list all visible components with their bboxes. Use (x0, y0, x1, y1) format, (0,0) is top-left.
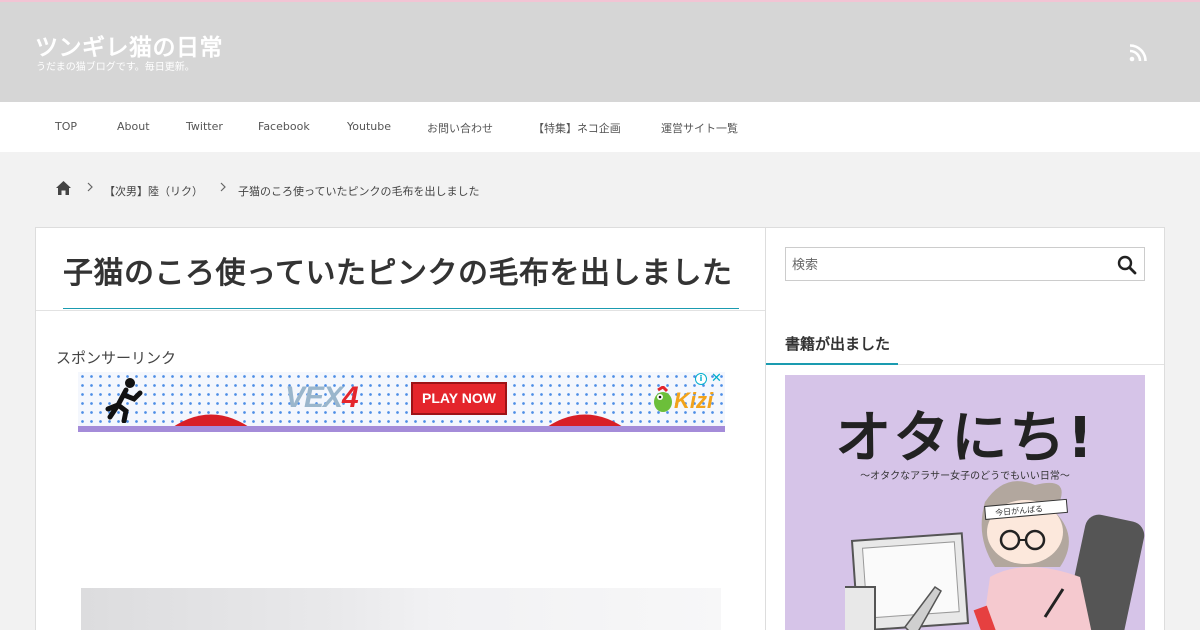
breadcrumb-current: 子猫のころ使っていたピンクの毛布を出しました (238, 185, 480, 198)
breadcrumb-category[interactable]: 【次男】陸（リク） (104, 183, 203, 199)
nav-item-twitter[interactable]: Twitter (186, 120, 223, 133)
post-article: 子猫のころ使っていたピンクの毛布を出しました スポンサーリンク VEX4 PLA… (35, 227, 766, 630)
title-divider (36, 310, 765, 311)
post-photo (81, 588, 721, 630)
ad-banner[interactable]: VEX4 PLAY NOW Kizi i ✕ (78, 372, 725, 432)
chameleon-icon (654, 386, 672, 412)
site-title[interactable]: ツンギレ猫の日常 (35, 28, 223, 62)
rss-icon[interactable] (1129, 44, 1147, 62)
nav-item-sites[interactable]: 運営サイト一覧 (661, 120, 738, 136)
chevron-right-icon (220, 182, 226, 192)
nav-item-facebook[interactable]: Facebook (258, 120, 310, 133)
nav-item-top[interactable]: TOP (55, 120, 77, 133)
post-title: 子猫のころ使っていたピンクの毛布を出しました (63, 256, 733, 291)
search-input[interactable] (792, 255, 1092, 275)
search-box (785, 247, 1145, 281)
nav-item-about[interactable]: About (117, 120, 150, 133)
widget-title: 書籍が出ました (785, 335, 891, 353)
ad-play-button[interactable]: PLAY NOW (411, 382, 507, 415)
nav-item-feature[interactable]: 【特集】ネコ企画 (533, 120, 621, 136)
ad-info-icon[interactable]: i (695, 373, 707, 385)
ad-ground-strip (78, 426, 725, 432)
sidebar: 書籍が出ました オタにち! 〜オタクなアラサー女子のどうでもいい日常〜 今日がん… (765, 227, 1165, 630)
nav-item-youtube[interactable]: Youtube (347, 120, 391, 133)
nav-item-contact[interactable]: お問い合わせ (427, 120, 493, 136)
ad-close-icon[interactable]: ✕ (711, 372, 722, 386)
ad-brand-logo: Kizi (674, 388, 714, 413)
chevron-right-icon (87, 182, 93, 192)
site-header: ツンギレ猫の日常 うだまの猫ブログです。毎日更新。 (0, 2, 1200, 102)
global-nav: TOP About Twitter Facebook Youtube お問い合わ… (0, 102, 1200, 152)
book-banner[interactable]: オタにち! 〜オタクなアラサー女子のどうでもいい日常〜 今日がんばる (785, 375, 1145, 630)
home-icon[interactable] (55, 180, 72, 196)
site-description: うだまの猫ブログです。毎日更新。 (36, 62, 195, 73)
book-cover-illustration: 今日がんばる (845, 481, 1145, 630)
widget-underline (766, 363, 898, 365)
book-title: オタにち! (835, 406, 1095, 471)
breadcrumb: 【次男】陸（リク） 子猫のころ使っていたピンクの毛布を出しました (0, 178, 1200, 202)
title-underline (63, 308, 739, 309)
search-icon[interactable] (1117, 255, 1137, 275)
ad-game-logo: VEX4 (285, 381, 359, 414)
sponsor-label: スポンサーリンク (56, 349, 177, 367)
running-figure-icon (105, 378, 143, 423)
